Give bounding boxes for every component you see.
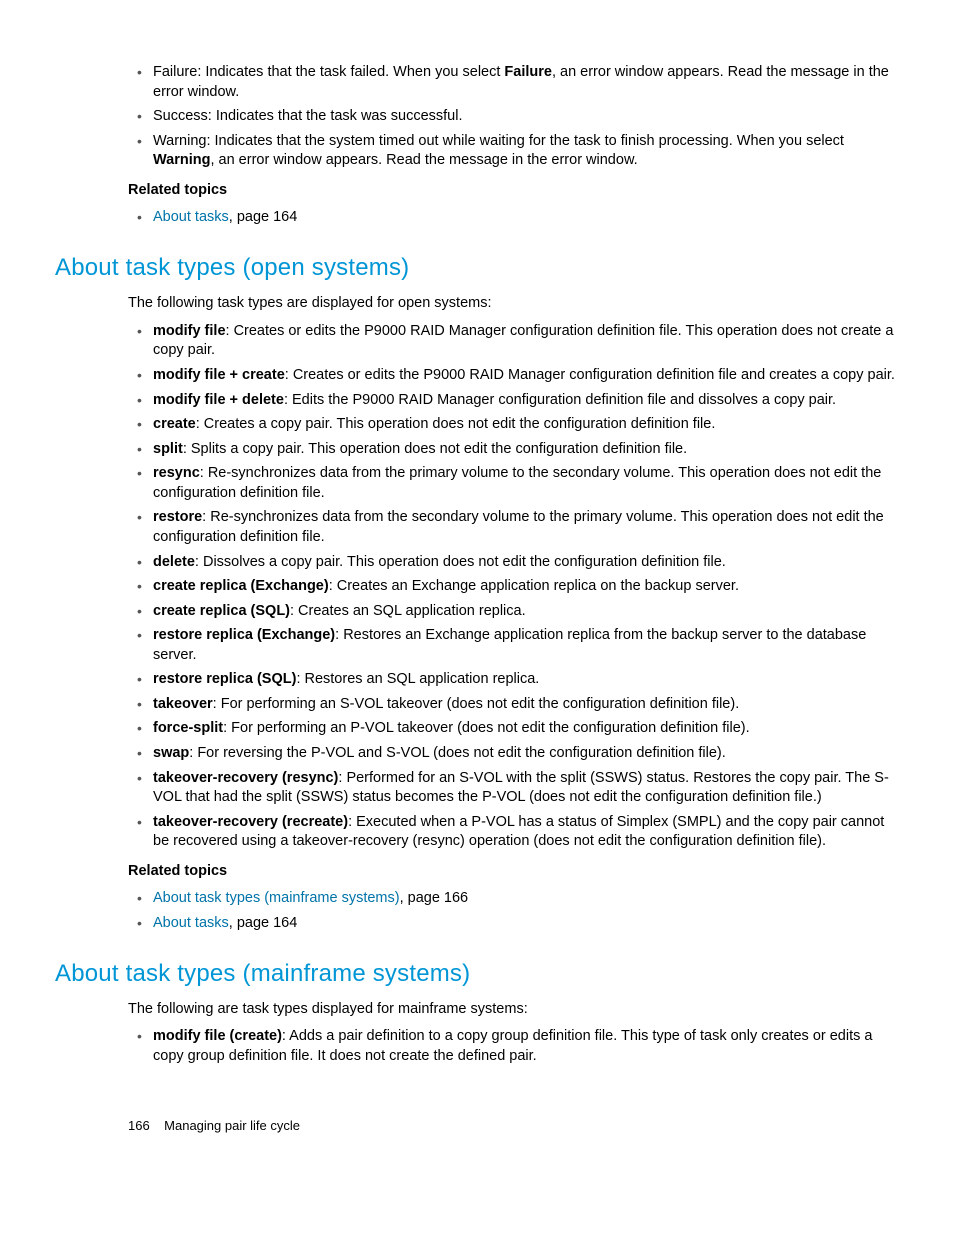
heading-mainframe-systems: About task types (mainframe systems) [55, 958, 899, 990]
list-item: split: Splits a copy pair. This operatio… [153, 440, 899, 460]
page-number: 166 [128, 1118, 150, 1133]
term: delete [153, 554, 195, 570]
desc: : Restores an SQL application replica. [296, 671, 539, 687]
list-item: modify file + delete: Edits the P9000 RA… [153, 391, 899, 411]
list-item: force-split: For performing an P-VOL tak… [153, 719, 899, 739]
list-item: Failure: Indicates that the task failed.… [153, 63, 899, 102]
related-topics-list: About tasks, page 164 [128, 208, 899, 228]
list-item: restore: Re-synchronizes data from the s… [153, 508, 899, 547]
term: takeover-recovery (recreate) [153, 814, 348, 830]
list-item: delete: Dissolves a copy pair. This oper… [153, 553, 899, 573]
text: Failure: Indicates that the task failed.… [153, 64, 504, 80]
term: create [153, 416, 196, 432]
desc: : For performing an P-VOL takeover (does… [223, 720, 750, 736]
list-item: takeover: For performing an S-VOL takeov… [153, 695, 899, 715]
term: create replica (Exchange) [153, 578, 329, 594]
desc: : Splits a copy pair. This operation doe… [183, 441, 687, 457]
text: Warning: Indicates that the system timed… [153, 133, 844, 149]
list-item: About tasks, page 164 [153, 208, 899, 228]
intro-text: The following are task types displayed f… [128, 1000, 899, 1020]
list-item: create replica (Exchange): Creates an Ex… [153, 577, 899, 597]
link-about-tasks[interactable]: About tasks [153, 209, 229, 225]
term: takeover [153, 696, 213, 712]
desc: : Creates or edits the P9000 RAID Manage… [285, 367, 895, 383]
desc: : Dissolves a copy pair. This operation … [195, 554, 726, 570]
list-item: About task types (mainframe systems), pa… [153, 889, 899, 909]
desc: : Re-synchronizes data from the secondar… [153, 509, 884, 545]
list-item: modify file + create: Creates or edits t… [153, 366, 899, 386]
list-item: resync: Re-synchronizes data from the pr… [153, 464, 899, 503]
related-topics-list: About task types (mainframe systems), pa… [128, 889, 899, 933]
term: swap [153, 745, 189, 761]
desc: : Creates an Exchange application replic… [329, 578, 739, 594]
list-item: Success: Indicates that the task was suc… [153, 107, 899, 127]
related-topics-heading: Related topics [128, 181, 899, 201]
term: modify file + create [153, 367, 285, 383]
term: modify file (create) [153, 1028, 282, 1044]
desc: : Edits the P9000 RAID Manager configura… [284, 392, 836, 408]
page-footer: 166 Managing pair life cycle [128, 1117, 899, 1135]
term: takeover-recovery (resync) [153, 770, 338, 786]
related-topics-heading: Related topics [128, 862, 899, 882]
term: force-split [153, 720, 223, 736]
desc: : Creates an SQL application replica. [290, 603, 526, 619]
text: , page 166 [400, 890, 469, 906]
desc: : Re-synchronizes data from the primary … [153, 465, 881, 501]
text: , page 164 [229, 915, 298, 931]
desc: : For performing an S-VOL takeover (does… [213, 696, 740, 712]
term: restore [153, 509, 202, 525]
term: create replica (SQL) [153, 603, 290, 619]
text: , page 164 [229, 209, 298, 225]
open-bullet-list: modify file: Creates or edits the P9000 … [128, 322, 899, 852]
mainframe-bullet-list: modify file (create): Adds a pair defini… [128, 1027, 899, 1066]
term: resync [153, 465, 200, 481]
list-item: takeover-recovery (recreate): Executed w… [153, 813, 899, 852]
text: Success: Indicates that the task was suc… [153, 108, 462, 124]
list-item: modify file (create): Adds a pair defini… [153, 1027, 899, 1066]
desc: : For reversing the P-VOL and S-VOL (doe… [189, 745, 726, 761]
footer-title: Managing pair life cycle [164, 1118, 300, 1133]
text: , an error window appears. Read the mess… [210, 152, 637, 168]
list-item: swap: For reversing the P-VOL and S-VOL … [153, 744, 899, 764]
link-mainframe-systems[interactable]: About task types (mainframe systems) [153, 890, 400, 906]
term: restore replica (SQL) [153, 671, 296, 687]
link-about-tasks[interactable]: About tasks [153, 915, 229, 931]
term: restore replica (Exchange) [153, 627, 335, 643]
term: modify file + delete [153, 392, 284, 408]
list-item: modify file: Creates or edits the P9000 … [153, 322, 899, 361]
desc: : Creates a copy pair. This operation do… [196, 416, 716, 432]
list-item: create replica (SQL): Creates an SQL app… [153, 602, 899, 622]
top-bullet-list: Failure: Indicates that the task failed.… [128, 63, 899, 171]
heading-open-systems: About task types (open systems) [55, 252, 899, 284]
list-item: create: Creates a copy pair. This operat… [153, 415, 899, 435]
bold-term: Failure [504, 64, 552, 80]
bold-term: Warning [153, 152, 210, 168]
desc: : Creates or edits the P9000 RAID Manage… [153, 323, 893, 359]
intro-text: The following task types are displayed f… [128, 294, 899, 314]
list-item: restore replica (SQL): Restores an SQL a… [153, 670, 899, 690]
term: modify file [153, 323, 226, 339]
list-item: About tasks, page 164 [153, 914, 899, 934]
list-item: restore replica (Exchange): Restores an … [153, 626, 899, 665]
list-item: Warning: Indicates that the system timed… [153, 132, 899, 171]
list-item: takeover-recovery (resync): Performed fo… [153, 769, 899, 808]
term: split [153, 441, 183, 457]
